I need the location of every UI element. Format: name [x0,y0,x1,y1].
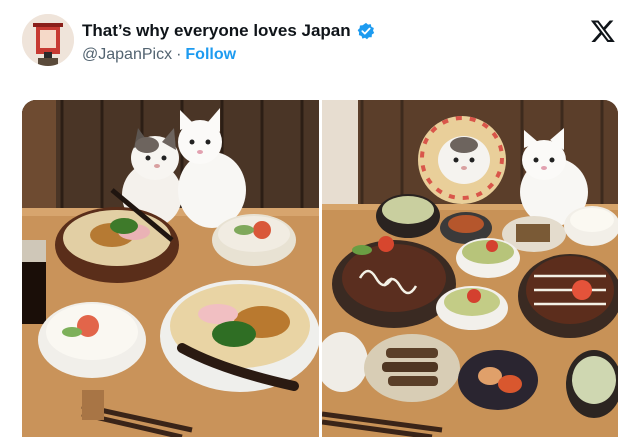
display-name[interactable]: That’s why everyone loves Japan [82,21,351,41]
x-logo-icon[interactable] [590,18,616,44]
media-image-cats-udon[interactable] [22,100,319,437]
handle[interactable]: @JapanPicx [82,46,172,64]
avatar[interactable] [22,14,74,66]
tweet-header: That’s why everyone loves Japan @JapanPi… [0,0,640,100]
media-image-cats-okonomiyaki[interactable] [322,100,618,437]
verified-badge-icon [357,22,374,40]
separator-dot: · [176,46,182,63]
follow-button[interactable]: Follow [185,46,236,64]
